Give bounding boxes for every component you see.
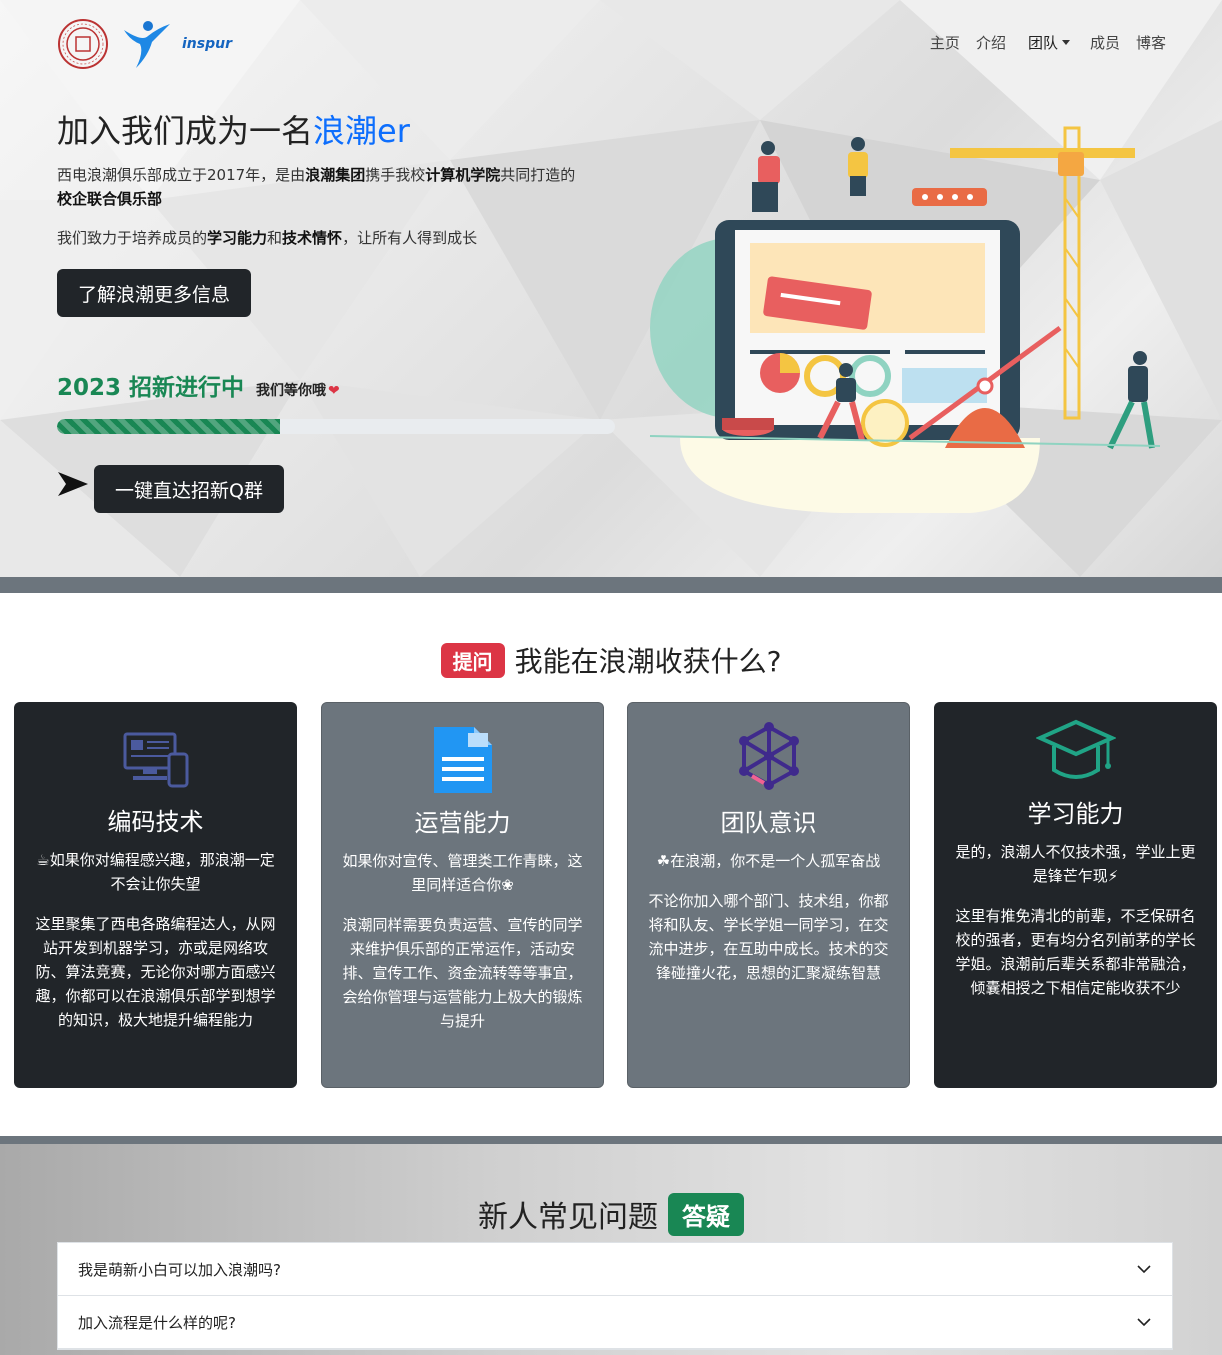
- intro-bold-learning: 学习能力: [207, 229, 268, 247]
- logo-group: inspur: [56, 16, 232, 72]
- chevron-down-icon: [1137, 1265, 1151, 1274]
- card-learning: 学习能力 是的，浪潮人不仅技术强，学业上更是锋芒乍现⚡ 这里有推免清北的前辈，不…: [934, 702, 1217, 1088]
- card-teamwork-body: 不论你加入哪个部门、技术组，你都将和队友、学长学姐一同学习，在交流中进步，在互助…: [648, 892, 889, 982]
- card-coding-body: 这里聚集了西电各路编程达人，从网站开发到机器学习，亦或是网络攻防、算法竞赛，无论…: [35, 915, 276, 1029]
- card-coding: 编码技术 ☕如果你对编程感兴趣，那浪潮一定不会让你失望 这里聚集了西电各路编程达…: [14, 702, 297, 1088]
- faq-title: 新人常见问题: [478, 1200, 658, 1235]
- faq-question: 我是萌新小白可以加入浪潮吗?: [78, 1260, 281, 1279]
- card-teamwork-lead: ☘在浪潮，你不是一个人孤军奋战: [656, 852, 881, 870]
- graduation-cap-icon: [1035, 719, 1116, 779]
- club-mascot-logo: [124, 21, 170, 68]
- hero-bottom-bar: [0, 577, 1222, 593]
- card-operations-lead: 如果你对宣传、管理类工作青睐，这里同样适合你❀: [342, 852, 583, 894]
- intro-bold-club: 校企联合俱乐部: [57, 190, 163, 208]
- card-operations-body: 浪潮同样需要负责运营、宣传的同学来维护俱乐部的正常运作，活动安排、宣传工作、资金…: [342, 916, 583, 1030]
- card-operations-title: 运营能力: [414, 809, 511, 837]
- section-gains-title: 我能在浪潮收获什么?: [514, 645, 782, 678]
- intro-bold-inspur: 浪潮集团: [305, 166, 366, 184]
- nav-intro[interactable]: 介绍: [976, 32, 1006, 53]
- chevron-down-icon: [1137, 1318, 1151, 1327]
- question-badge: 提问: [440, 642, 505, 678]
- card-teamwork-title: 团队意识: [720, 809, 817, 837]
- learn-more-button[interactable]: 了解浪潮更多信息: [57, 269, 251, 317]
- hero-title: 加入我们成为一名浪潮er: [57, 106, 410, 152]
- hero-title-highlight: 浪潮er: [313, 112, 410, 150]
- intro-text: 共同打造的: [500, 166, 576, 184]
- answer-badge: 答疑: [668, 1192, 744, 1236]
- card-coding-lead: ☕如果你对编程感兴趣，那浪潮一定不会让你失望: [36, 851, 275, 893]
- top-nav: 主页 介绍 团队 成员 博客: [930, 32, 1166, 53]
- intro-text: 西电浪潮俱乐部成立于2017年，是由: [57, 166, 306, 184]
- hero-title-prefix: 加入我们成为一名: [57, 112, 314, 150]
- document-icon: [433, 727, 492, 793]
- recruit-progress-bar: [57, 419, 615, 434]
- intro-text: ，让所有人得到成长: [342, 229, 478, 247]
- faq-accordion: 我是萌新小白可以加入浪潮吗? 加入流程是什么样的呢?: [57, 1242, 1173, 1350]
- recruit-heading: 2023 招新进行中 我们等你哦 ❤: [57, 368, 340, 402]
- card-learning-title: 学习能力: [1027, 800, 1124, 828]
- recruit-title: 2023 招新进行中: [57, 375, 245, 401]
- nav-home[interactable]: 主页: [930, 32, 960, 53]
- card-operations: 运营能力 如果你对宣传、管理类工作青睐，这里同样适合你❀ 浪潮同样需要负责运营、…: [321, 702, 604, 1088]
- card-coding-title: 编码技术: [107, 808, 204, 836]
- nav-members[interactable]: 成员: [1090, 32, 1120, 53]
- section-gains-heading: 提问 我能在浪潮收获什么?: [0, 640, 1222, 680]
- nav-blog[interactable]: 博客: [1136, 32, 1166, 53]
- recruit-sub-wrap: 我们等你哦 ❤: [256, 380, 340, 400]
- faq-heading: 新人常见问题 答疑: [0, 1192, 1222, 1236]
- faq-item-newbie[interactable]: 我是萌新小白可以加入浪潮吗?: [58, 1243, 1172, 1296]
- faq-top-bar: [0, 1136, 1222, 1144]
- progress-fill: [57, 419, 281, 434]
- faq-item-process[interactable]: 加入流程是什么样的呢?: [58, 1296, 1172, 1349]
- computer-devices-icon: [123, 732, 188, 788]
- intro-bold-college: 计算机学院: [425, 166, 501, 184]
- network-graph-icon: [738, 722, 799, 790]
- card-teamwork: 团队意识 ☘在浪潮，你不是一个人孤军奋战 不论你加入哪个部门、技术组，你都将和队…: [627, 702, 910, 1088]
- inspur-logo-text: inspur: [182, 36, 232, 52]
- recruit-sub: 我们等你哦: [256, 383, 327, 399]
- nav-team-dropdown[interactable]: 团队: [1028, 32, 1070, 53]
- intro-text: 和: [267, 229, 283, 247]
- join-qq-group-button[interactable]: 一键直达招新Q群: [94, 465, 284, 513]
- card-learning-lead: 是的，浪潮人不仅技术强，学业上更是锋芒乍现⚡: [955, 843, 1196, 885]
- heart-icon: ❤: [328, 383, 340, 399]
- hero-illustration: [649, 126, 1161, 513]
- faq-question: 加入流程是什么样的呢?: [78, 1313, 236, 1332]
- intro-bold-tech: 技术情怀: [282, 229, 343, 247]
- university-seal-logo: [58, 19, 108, 69]
- intro-text: 我们致力于培养成员的: [57, 229, 208, 247]
- hero-intro-2: 我们致力于培养成员的学习能力和技术情怀，让所有人得到成长: [57, 227, 477, 249]
- hero-intro-1: 西电浪潮俱乐部成立于2017年，是由浪潮集团携手我校计算机学院共同打造的校企联合…: [57, 163, 617, 211]
- paper-plane-icon: [58, 472, 88, 496]
- card-learning-body: 这里有推免清北的前辈，不乏保研名校的强者，更有均分名列前茅的学长学姐。浪潮前后辈…: [955, 907, 1196, 997]
- intro-text: 携手我校: [365, 166, 426, 184]
